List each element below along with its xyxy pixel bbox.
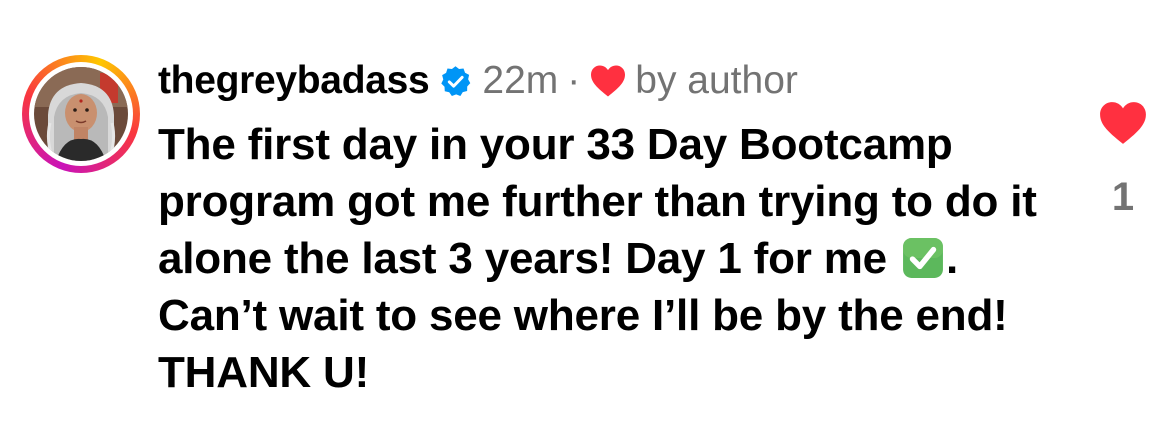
verified-badge-icon [441,65,471,96]
like-button[interactable] [1098,100,1148,146]
comment-header: thegreybadass 22m · by author [158,56,798,106]
avatar-image [34,67,128,161]
username-link[interactable]: thegreybadass [158,59,430,103]
story-ring[interactable] [22,55,140,173]
heart-icon [1100,102,1146,144]
liked-by-author-label: by author [635,59,798,102]
comment-text: The first day in your 33 Day Bootcamp pr… [158,116,1038,401]
heart-icon [591,65,626,97]
like-count[interactable]: 1 [1098,175,1148,220]
separator-dot: · [567,59,581,102]
timestamp: 22m [482,59,559,102]
avatar[interactable] [34,67,128,161]
check-mark-button-emoji [902,238,943,278]
